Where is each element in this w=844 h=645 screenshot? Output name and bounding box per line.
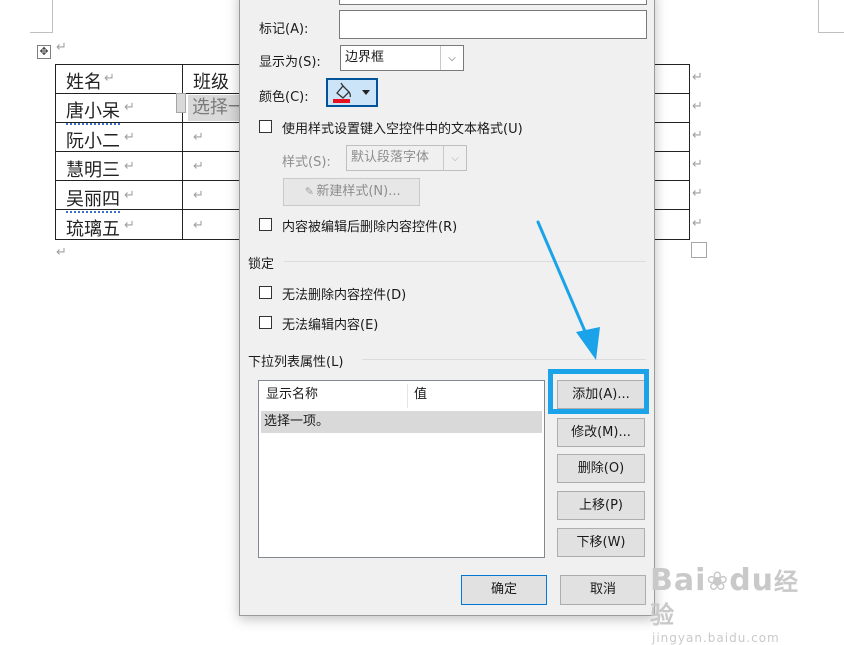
move-down-button[interactable]: 下移(W) [557, 528, 645, 557]
cell-mark: ↵ [193, 188, 204, 203]
table-row-name: 琉璃五 [66, 219, 120, 240]
cant-delete-label: 无法删除内容控件(D) [282, 288, 407, 303]
watermark-brand: Bai [650, 563, 707, 598]
move-up-button[interactable]: 上移(P) [557, 491, 645, 520]
use-style-label: 使用样式设置键入空控件中的文本格式(U) [282, 122, 523, 137]
cell-mark: ↵ [193, 130, 204, 145]
remove-cc-checkbox[interactable] [259, 218, 272, 231]
use-style-checkbox[interactable] [259, 120, 272, 133]
show-as-value: 边界框 [345, 50, 385, 65]
cell-mark: ↵ [193, 218, 204, 233]
color-label: 颜色(C): [259, 90, 309, 105]
cant-delete-checkbox[interactable] [259, 286, 272, 299]
cant-edit-label: 无法编辑内容(E) [282, 318, 379, 333]
baidu-jingyan-watermark: Bai❀du经验 jingyan.baidu.com [650, 565, 810, 645]
cell-mark: ↵ [104, 71, 115, 86]
row-end-mark: ↵ [692, 70, 703, 85]
watermark-url: jingyan.baidu.com [652, 631, 780, 645]
add-button-highlight [548, 369, 649, 414]
cell-mark: ↵ [124, 218, 135, 233]
paint-bucket-icon [333, 82, 370, 103]
color-picker-button[interactable] [326, 78, 378, 107]
table-row-name: 唐小呆 [66, 97, 120, 125]
cell-mark: ↵ [193, 159, 204, 174]
dropdown-group-title: 下拉列表属性(L) [248, 355, 344, 370]
new-style-button[interactable]: ✎ 新建样式(N)... [283, 178, 420, 206]
row-end-mark: ↵ [692, 186, 703, 201]
table-resize-handle[interactable] [691, 242, 707, 258]
style-value: 默认段落字体 [351, 150, 430, 165]
table-move-icon[interactable]: ✥ [37, 45, 51, 59]
cell-mark: ↵ [124, 100, 135, 115]
content-control-placeholder[interactable]: 选择一项 [188, 95, 240, 121]
new-style-icon: ✎ [304, 185, 314, 198]
style-select[interactable]: 默认段落字体 ⌵ [346, 145, 467, 171]
dropdown-arrow-icon [362, 90, 370, 95]
show-as-label: 显示为(S): [259, 55, 321, 70]
tag-label: 标记(A): [259, 22, 309, 37]
paragraph-mark: ↵ [56, 40, 67, 55]
lock-group-title: 锁定 [248, 257, 275, 272]
dropdown-list-view[interactable]: 显示名称 值 选择一项。 [258, 380, 545, 558]
remove-cc-label: 内容被编辑后删除内容控件(R) [282, 220, 458, 235]
list-item-name: 选择一项。 [264, 414, 330, 429]
row-end-mark: ↵ [692, 128, 703, 143]
ok-button[interactable]: 确定 [461, 575, 547, 605]
column-header-display-name[interactable]: 显示名称 [259, 381, 407, 409]
list-item[interactable]: 选择一项。 [261, 411, 542, 433]
annotation-arrow-icon [536, 220, 600, 360]
table-row-name: 阮小二 [66, 131, 120, 152]
color-swatch [333, 99, 350, 103]
cell-mark: ↵ [124, 188, 135, 203]
style-label: 样式(S): [282, 155, 331, 170]
table-header-name: 姓名 [66, 72, 102, 93]
watermark-logo: Bai❀du经验 [650, 565, 810, 631]
column-header-value[interactable]: 值 [407, 381, 544, 409]
table-row-name: 慧明三 [66, 160, 120, 181]
watermark-brand-2: du [729, 563, 775, 598]
show-as-select[interactable]: 边界框 ⌵ [340, 45, 464, 71]
row-end-mark: ↵ [692, 157, 703, 172]
page-corner-mark-right [818, 0, 844, 33]
modify-button[interactable]: 修改(M)... [557, 418, 645, 447]
cant-edit-checkbox[interactable] [259, 316, 272, 329]
row-end-mark: ↵ [692, 216, 703, 231]
paragraph-mark: ↵ [56, 245, 67, 260]
chevron-down-icon: ⌵ [440, 46, 463, 70]
row-end-mark: ↵ [692, 99, 703, 114]
page-corner-mark-left [30, 0, 53, 33]
cancel-button[interactable]: 取消 [560, 575, 646, 605]
new-style-button-label: 新建样式(N)... [316, 184, 401, 199]
delete-button[interactable]: 删除(O) [557, 454, 645, 483]
cell-mark: ↵ [124, 130, 135, 145]
title-input[interactable] [339, 0, 647, 5]
table-header-class: 班级 [193, 72, 229, 93]
table-row-name: 吴丽四 [66, 185, 120, 213]
cell-mark: ↵ [124, 159, 135, 174]
tag-input[interactable] [339, 10, 647, 39]
chevron-down-icon: ⌵ [443, 146, 466, 170]
paw-icon: ❀ [706, 567, 730, 597]
content-control-handle[interactable] [176, 93, 186, 113]
